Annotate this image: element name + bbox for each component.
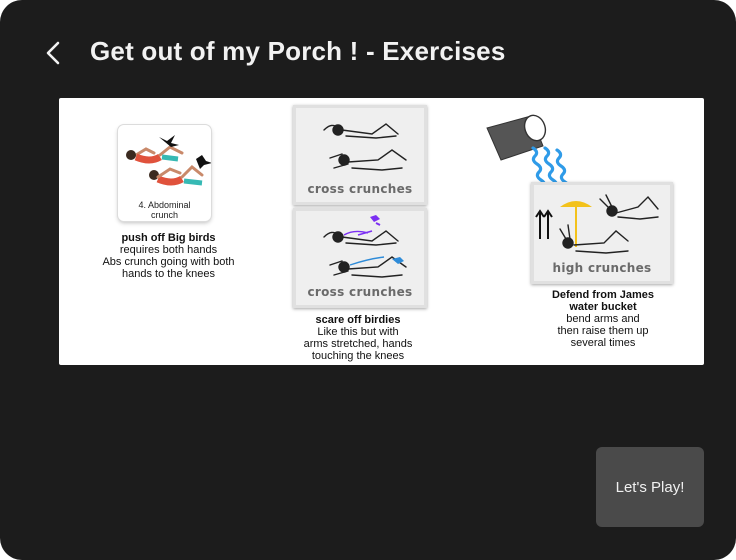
middle-title: scare off birdies — [315, 314, 401, 326]
middle-line-2: arms stretched, hands — [303, 338, 413, 350]
right-title-line-1: Defend from James — [551, 289, 655, 301]
app-window: Get out of my Porch ! - Exercises 4. Abd… — [0, 0, 736, 560]
right-line-3: several times — [570, 337, 636, 349]
lets-play-button[interactable]: Let's Play! — [596, 447, 704, 527]
high-crunches-card: high crunches — [531, 182, 673, 284]
exercise-illustration: 4. Abdominal crunch push off Big birds r… — [59, 98, 704, 365]
crunch-figures-icon — [126, 135, 211, 186]
middle-description: scare off birdies Like this but with arm… — [273, 314, 443, 362]
left-line-1: requires both hands — [119, 244, 218, 256]
left-description: push off Big birds requires both hands A… — [75, 232, 262, 280]
right-line-1: bend arms and — [566, 313, 640, 325]
middle-line-3: touching the knees — [311, 350, 405, 362]
right-title-line-2: water bucket — [569, 301, 637, 313]
cross-crunches-label: cross crunches — [307, 182, 413, 196]
cross-crunches-label: cross crunches — [307, 285, 413, 299]
left-line-2: Abs crunch going with both — [102, 256, 235, 268]
card-caption: 4. Abdominal crunch — [138, 200, 191, 220]
page-title: Get out of my Porch ! - Exercises — [90, 36, 506, 66]
back-button[interactable] — [40, 38, 68, 68]
cross-crunches-card-bottom: cross crunches — [293, 208, 427, 308]
left-title: push off Big birds — [121, 232, 216, 244]
cross-crunch-figures-with-birds-icon — [323, 215, 407, 278]
right-description: Defend from James water bucket bend arms… — [523, 289, 683, 349]
left-line-3: hands to the knees — [122, 268, 215, 280]
cross-crunch-figures-icon — [323, 123, 407, 171]
right-line-2: then raise them up — [557, 325, 649, 337]
middle-line-1: Like this but with — [317, 326, 399, 338]
high-crunch-figures-icon — [535, 194, 659, 254]
chevron-left-icon — [46, 41, 60, 65]
abdominal-crunch-card: 4. Abdominal crunch — [118, 125, 211, 221]
high-crunches-label: high crunches — [552, 261, 652, 275]
cross-crunches-card-top: cross crunches — [293, 105, 427, 205]
